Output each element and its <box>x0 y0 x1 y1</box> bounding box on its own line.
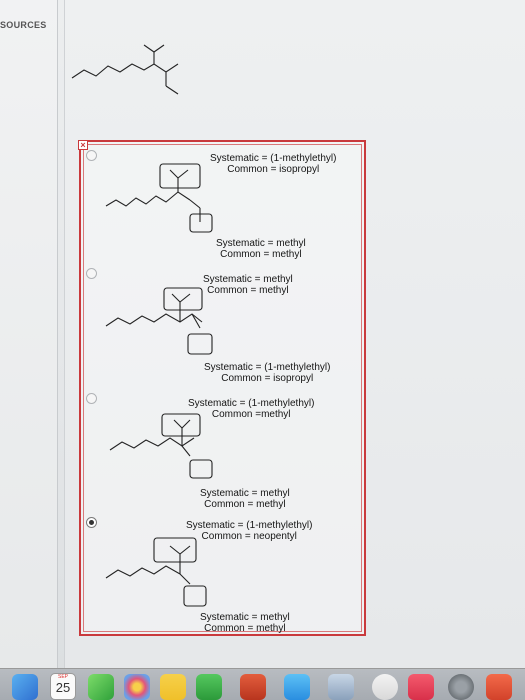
calendar-day: 25 <box>55 680 71 695</box>
option-2-molecule <box>105 287 213 355</box>
option-3-bottom-systematic: Systematic = methyl <box>200 488 290 499</box>
option-1-top-label: Systematic = (1-methylethyl) Common = is… <box>210 153 336 175</box>
finder-icon[interactable] <box>12 674 38 700</box>
option-4-radio[interactable] <box>86 517 97 528</box>
settings-gear-icon[interactable] <box>448 674 474 700</box>
twitter-icon[interactable] <box>284 674 310 700</box>
close-icon[interactable]: × <box>78 140 88 150</box>
option-4-bottom-common: Common = methyl <box>204 623 286 634</box>
option-2-bottom-common: Common = isopropyl <box>221 373 314 384</box>
option-4-bottom-systematic: Systematic = methyl <box>200 612 290 623</box>
screenshot-area: SOURCES × Systematic = (1-methylethyl) C… <box>0 0 525 668</box>
option-4-bottom-label: Systematic = methyl Common = methyl <box>200 612 290 634</box>
option-3-radio[interactable] <box>86 393 97 404</box>
option-1-top-common: Common = isopropyl <box>227 164 320 175</box>
facetime-icon[interactable] <box>88 674 114 700</box>
option-4-top-systematic: Systematic = (1-methylethyl) <box>186 520 313 531</box>
option-1-bottom-systematic: Systematic = methyl <box>216 238 306 249</box>
option-4-molecule <box>105 537 207 607</box>
option-2-bottom-systematic: Systematic = (1-methylethyl) <box>204 362 331 373</box>
powerpoint-icon[interactable] <box>240 674 266 700</box>
undo-arrow-icon[interactable] <box>486 674 512 700</box>
option-3-bottom-common: Common = methyl <box>204 499 286 510</box>
option-1-molecule <box>105 163 213 233</box>
option-2-bottom-label: Systematic = (1-methylethyl) Common = is… <box>204 362 330 384</box>
notes-icon[interactable] <box>160 674 186 700</box>
option-1-top-systematic: Systematic = (1-methylethyl) <box>210 153 337 164</box>
sources-panel: SOURCES <box>0 0 58 668</box>
preview-icon[interactable] <box>328 674 354 700</box>
option-3-molecule <box>109 413 213 479</box>
option-1-radio[interactable] <box>86 150 97 161</box>
music-icon[interactable] <box>408 674 434 700</box>
numbers-icon[interactable] <box>196 674 222 700</box>
photos-icon[interactable] <box>124 674 150 700</box>
sources-label: SOURCES <box>0 20 47 30</box>
option-3-top-systematic: Systematic = (1-methylethyl) <box>188 398 315 409</box>
question-molecule <box>71 44 179 95</box>
no-entry-icon[interactable] <box>372 674 398 700</box>
option-1-bottom-label: Systematic = methyl Common = methyl <box>216 238 306 260</box>
calendar-icon[interactable]: SEP 25 <box>50 673 76 700</box>
option-3-bottom-label: Systematic = methyl Common = methyl <box>200 488 290 510</box>
option-2-radio[interactable] <box>86 268 97 279</box>
dock: SEP 25 <box>0 668 525 700</box>
option-1-bottom-common: Common = methyl <box>220 249 302 260</box>
